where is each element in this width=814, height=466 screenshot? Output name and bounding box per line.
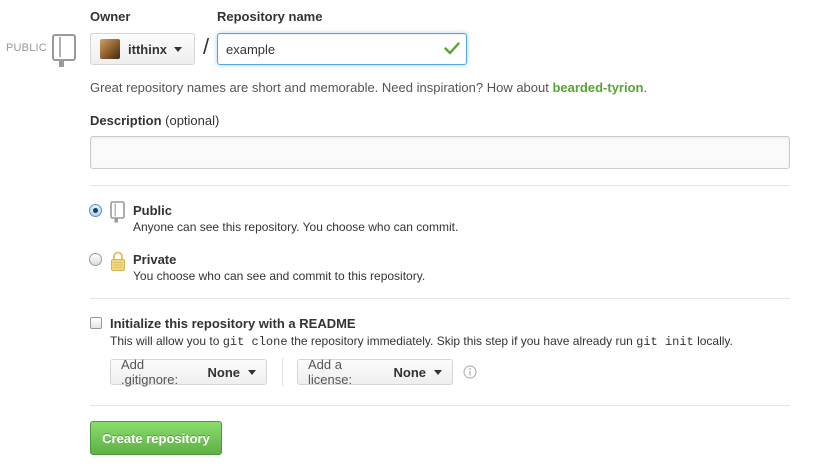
git-clone-code: git clone (222, 335, 288, 349)
license-label: Add a license: (308, 357, 353, 387)
gitignore-select-button[interactable]: Add .gitignore: None (110, 357, 267, 387)
owner-select-button[interactable]: itthinx (90, 33, 195, 65)
public-radio[interactable] (89, 204, 102, 217)
caret-down-icon (248, 369, 256, 375)
vertical-divider (282, 358, 283, 386)
owner-label: Owner (90, 9, 131, 24)
check-icon (444, 42, 460, 55)
owner-name: itthinx (128, 41, 167, 57)
owner-repo-separator: / (203, 34, 210, 59)
readme-desc-post: locally. (693, 334, 733, 348)
repository-name-label: Repository name (217, 9, 323, 24)
divider (90, 405, 790, 406)
readme-desc-mid: the repository immediately. Skip this st… (287, 334, 637, 348)
gitignore-label: Add .gitignore: (121, 357, 179, 387)
divider (90, 298, 790, 299)
license-value: None (393, 364, 427, 380)
radio-selected-dot (93, 208, 98, 213)
private-option-title: Private (133, 252, 177, 267)
info-icon[interactable] (463, 365, 477, 379)
description-label-text: Description (90, 113, 162, 128)
readme-checkbox-label[interactable]: Initialize this repository with a README (110, 316, 356, 331)
git-init-code: git init (636, 335, 694, 349)
readme-desc-pre: This will allow you to (110, 334, 223, 348)
visibility-tag: PUBLIC (6, 42, 47, 54)
public-option-title: Public (133, 203, 173, 218)
private-option-description: You choose who can see and commit to thi… (133, 269, 426, 283)
license-select-button[interactable]: Add a license: None (297, 357, 453, 387)
hint-end: . (643, 80, 648, 95)
description-optional-note: (optional) (165, 113, 220, 128)
divider (90, 185, 790, 186)
repo-book-icon (52, 34, 76, 67)
description-label: Description (optional) (90, 113, 219, 128)
name-suggestion-link[interactable]: bearded-tyrion (552, 80, 643, 95)
repository-name-input[interactable] (217, 33, 467, 65)
description-input[interactable] (90, 136, 790, 169)
caret-down-icon (174, 46, 182, 52)
repository-name-hint: Great repository names are short and mem… (90, 80, 647, 95)
gitignore-value: None (207, 364, 241, 380)
create-repository-button[interactable]: Create repository (90, 421, 222, 455)
avatar (100, 39, 120, 59)
repo-book-icon (110, 201, 125, 223)
caret-down-icon (434, 369, 442, 375)
readme-description: This will allow you to git clone the rep… (110, 334, 733, 349)
lock-icon (111, 251, 125, 271)
public-option-description: Anyone can see this repository. You choo… (133, 220, 459, 234)
readme-checkbox[interactable] (90, 317, 102, 329)
hint-text: Great repository names are short and mem… (90, 80, 553, 95)
private-radio[interactable] (89, 253, 102, 266)
